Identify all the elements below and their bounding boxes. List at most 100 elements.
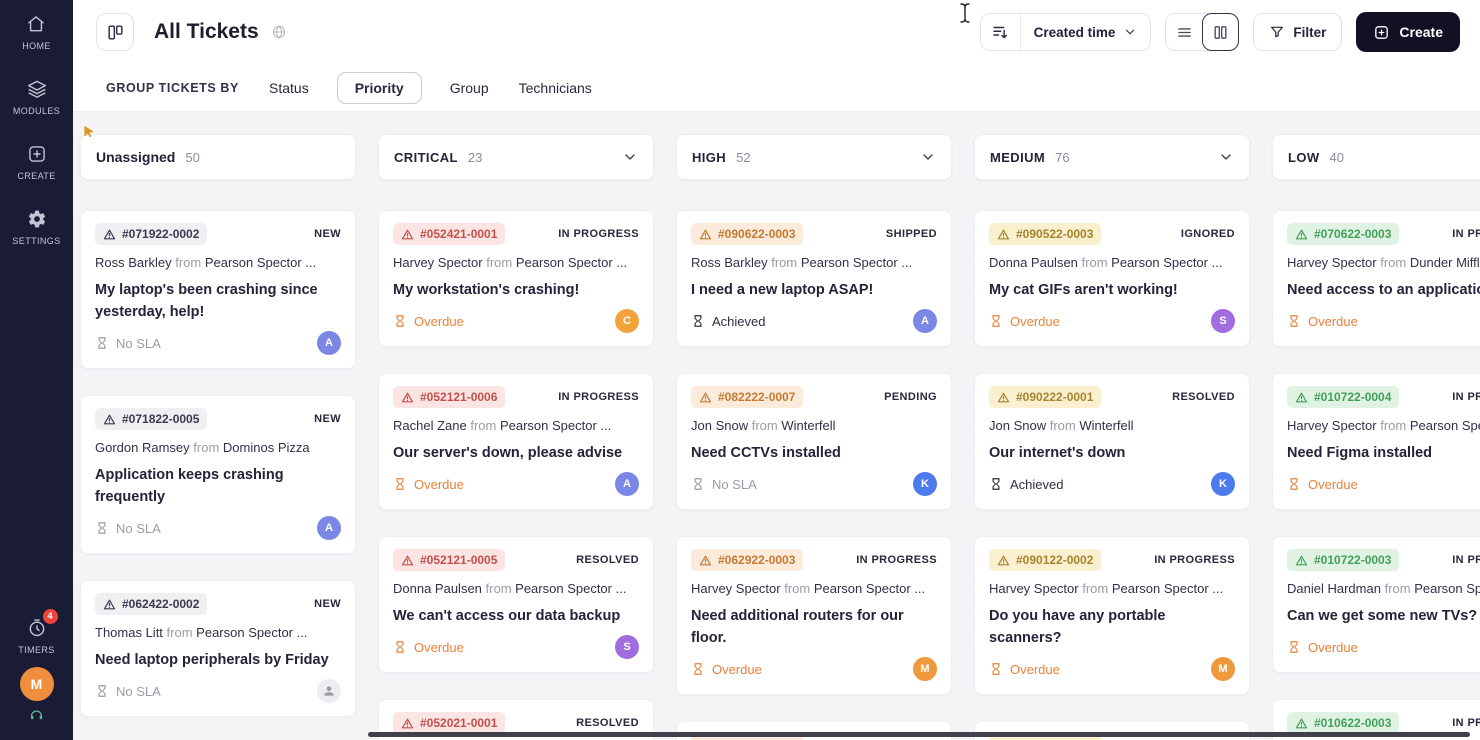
tab-status[interactable]: Status <box>267 73 311 103</box>
ticket-subject[interactable]: We can't access our data backup <box>393 605 639 627</box>
list-view-icon[interactable] <box>1166 13 1203 51</box>
ticket-card[interactable]: #010722-0003 IN PROGRESS Daniel Hardman fr… <box>1272 536 1480 673</box>
ticket-id-badge[interactable]: #052121-0006 <box>393 386 506 408</box>
ticket-subject[interactable]: Application keeps crashing frequently <box>95 464 341 508</box>
assignee-avatar[interactable] <box>317 679 341 703</box>
ticket-subject[interactable]: My laptop's been crashing since yesterda… <box>95 279 341 323</box>
sidebar-item-modules[interactable]: MODULES <box>13 78 60 116</box>
ticket-id-badge[interactable]: #010722-0004 <box>1287 386 1400 408</box>
ticket-requester[interactable]: Harvey Spector from Pearson Spector ... <box>989 581 1235 597</box>
ticket-id-badge[interactable]: #070622-0003 <box>1287 223 1400 245</box>
ticket-card[interactable]: #052121-0005 RESOLVED Donna Paulsen from P… <box>378 536 654 673</box>
ticket-subject[interactable]: Need access to an application <box>1287 279 1480 301</box>
sidebar-item-settings[interactable]: SETTINGS <box>12 208 60 246</box>
ticket-id-badge[interactable]: #052021-0001 <box>393 712 506 734</box>
sort-dropdown[interactable]: Created time <box>1021 25 1151 40</box>
ticket-id-badge[interactable]: #090522-0003 <box>989 223 1102 245</box>
assignee-avatar[interactable]: M <box>1211 657 1235 681</box>
ticket-requester[interactable]: Ross Barkley from Pearson Spector ... <box>95 255 341 271</box>
ticket-id-badge[interactable]: #090122-0002 <box>989 549 1102 571</box>
ticket-subject[interactable]: My cat GIFs aren't working! <box>989 279 1235 301</box>
tab-technicians[interactable]: Technicians <box>517 73 594 103</box>
kanban-view-icon[interactable] <box>1202 13 1240 51</box>
ticket-subject[interactable]: Need additional routers for our floor. <box>691 605 937 649</box>
ticket-requester[interactable]: Rachel Zane from Pearson Spector ... <box>393 418 639 434</box>
ticket-subject[interactable]: Do you have any portable scanners? <box>989 605 1235 649</box>
ticket-requester[interactable]: Harvey Spector from Pearson Spector ... <box>1287 418 1480 434</box>
column-header-high[interactable]: HIGH 52 <box>676 134 952 180</box>
ticket-subject[interactable]: Our internet's down <box>989 442 1235 464</box>
ticket-card[interactable]: #062422-0002 NEW Thomas Litt from Pearson … <box>80 580 356 717</box>
ticket-requester[interactable]: Harvey Spector from Pearson Spector ... <box>691 581 937 597</box>
assignee-avatar[interactable]: S <box>1211 309 1235 333</box>
ticket-subject[interactable]: My workstation's crashing! <box>393 279 639 301</box>
ticket-id-badge[interactable]: #052121-0005 <box>393 549 506 571</box>
ticket-card[interactable]: #090622-0003 SHIPPED Ross Barkley from Pea… <box>676 210 952 347</box>
sidebar-item-home[interactable]: HOME <box>22 13 51 51</box>
user-avatar[interactable]: M <box>19 667 54 701</box>
column-header-critical[interactable]: CRITICAL 23 <box>378 134 654 180</box>
ticket-requester[interactable]: Jon Snow from Winterfell <box>691 418 937 434</box>
chevron-down-icon[interactable] <box>920 149 936 165</box>
column-header-medium[interactable]: MEDIUM 76 <box>974 134 1250 180</box>
sort-icon[interactable] <box>981 14 1021 50</box>
filter-button[interactable]: Filter <box>1253 13 1343 51</box>
ticket-id-badge[interactable]: #071822-0005 <box>95 408 208 430</box>
ticket-subject[interactable]: Need laptop peripherals by Friday <box>95 649 341 671</box>
ticket-id-badge[interactable]: #090222-0001 <box>989 386 1102 408</box>
ticket-id-badge[interactable]: #090622-0003 <box>691 223 804 245</box>
ticket-subject[interactable]: Our server's down, please advise <box>393 442 639 464</box>
sidebar-item-create[interactable]: CREATE <box>17 143 55 181</box>
ticket-id-badge[interactable]: #071922-0002 <box>95 223 208 245</box>
ticket-id-badge[interactable]: #082222-0007 <box>691 386 804 408</box>
tab-priority[interactable]: Priority <box>336 71 422 104</box>
ticket-subject[interactable]: I need a new laptop ASAP! <box>691 279 937 301</box>
ticket-subject[interactable]: Need CCTVs installed <box>691 442 937 464</box>
ticket-card[interactable]: #010722-0004 IN PROGRESS Harvey Spector fr… <box>1272 373 1480 510</box>
ticket-card[interactable]: #052121-0006 IN PROGRESS Rachel Zane from … <box>378 373 654 510</box>
column-header-low[interactable]: LOW 40 <box>1272 134 1480 180</box>
ticket-requester[interactable]: Gordon Ramsey from Dominos Pizza <box>95 440 341 456</box>
ticket-requester[interactable]: Donna Paulsen from Pearson Spector ... <box>989 255 1235 271</box>
ticket-id-badge[interactable]: #062422-0002 <box>95 593 208 615</box>
ticket-card[interactable]: #082222-0007 PENDING Jon Snow from Winterf… <box>676 373 952 510</box>
ticket-subject[interactable]: Need Figma installed <box>1287 442 1480 464</box>
assignee-avatar[interactable]: A <box>913 309 937 333</box>
ticket-card[interactable]: #071922-0002 NEW Ross Barkley from Pearson… <box>80 210 356 369</box>
ticket-requester[interactable]: Daniel Hardman from Pearson Spector ... <box>1287 581 1480 597</box>
ticket-id-badge[interactable]: #010722-0003 <box>1287 549 1400 571</box>
ticket-requester[interactable]: Harvey Spector from Dunder Mifflin ... <box>1287 255 1480 271</box>
assignee-avatar[interactable]: C <box>615 309 639 333</box>
chevron-down-icon[interactable] <box>1218 149 1234 165</box>
ticket-requester[interactable]: Donna Paulsen from Pearson Spector ... <box>393 581 639 597</box>
assignee-avatar[interactable]: K <box>1211 472 1235 496</box>
ticket-requester[interactable]: Harvey Spector from Pearson Spector ... <box>393 255 639 271</box>
assignee-avatar[interactable]: A <box>317 331 341 355</box>
ticket-card[interactable]: #053122-0001RESOLVED <box>676 721 952 740</box>
ticket-id-badge[interactable]: #052421-0001 <box>393 223 506 245</box>
headset-icon[interactable] <box>29 708 44 728</box>
ticket-requester[interactable]: Ross Barkley from Pearson Spector ... <box>691 255 937 271</box>
ticket-card[interactable]: #083022-0001RESOLVEDJon Snow from Winter… <box>974 721 1250 740</box>
assignee-avatar[interactable]: M <box>913 657 937 681</box>
sidebar-item-timers[interactable]: 4 TIMERS <box>18 609 58 655</box>
ticket-id-badge[interactable]: #062922-0003 <box>691 549 804 571</box>
assignee-avatar[interactable]: S <box>615 635 639 659</box>
ticket-card[interactable]: #090222-0001 RESOLVED Jon Snow from Winter… <box>974 373 1250 510</box>
ticket-requester[interactable]: Thomas Litt from Pearson Spector ... <box>95 625 341 641</box>
assignee-avatar[interactable]: K <box>913 472 937 496</box>
ticket-id-badge[interactable]: #010622-0003 <box>1287 712 1400 734</box>
ticket-card[interactable]: #062922-0003 IN PROGRESS Harvey Spector fr… <box>676 536 952 695</box>
assignee-avatar[interactable]: A <box>615 472 639 496</box>
ticket-card[interactable]: #070622-0003 IN PROGRESS Harvey Spector fr… <box>1272 210 1480 347</box>
create-button[interactable]: Create <box>1356 12 1460 52</box>
kanban-board-icon-button[interactable] <box>96 13 134 51</box>
ticket-card[interactable]: #090122-0002 IN PROGRESS Harvey Spector fr… <box>974 536 1250 695</box>
ticket-card[interactable]: #071822-0005 NEW Gordon Ramsey from Domino… <box>80 395 356 554</box>
ticket-card[interactable]: #090522-0003 IGNORED Donna Paulsen from Pe… <box>974 210 1250 347</box>
chevron-down-icon[interactable] <box>622 149 638 165</box>
horizontal-scrollbar[interactable] <box>368 732 1470 737</box>
ticket-subject[interactable]: Can we get some new TVs? <box>1287 605 1480 627</box>
ticket-card[interactable]: #052421-0001 IN PROGRESS Harvey Spector fr… <box>378 210 654 347</box>
assignee-avatar[interactable]: A <box>317 516 341 540</box>
